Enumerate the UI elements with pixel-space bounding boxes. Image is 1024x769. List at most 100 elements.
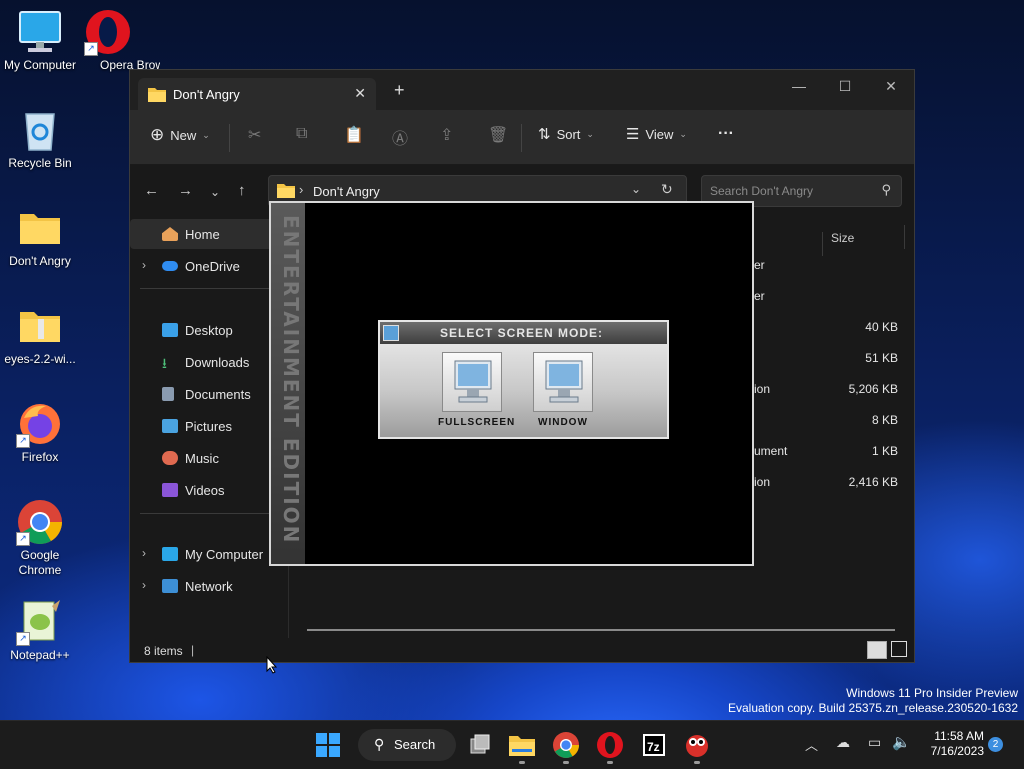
file-row-size[interactable]: 51 KB (850, 351, 898, 365)
task-view-icon[interactable] (463, 729, 495, 761)
large-icons-view-icon[interactable] (891, 641, 907, 657)
file-row-size[interactable]: 5,206 KB (830, 382, 898, 396)
file-explorer-icon[interactable] (506, 729, 538, 761)
horizontal-scrollbar[interactable] (307, 629, 895, 631)
sidebar-item-music[interactable]: Music (130, 443, 288, 473)
paste-icon[interactable]: 📋 (344, 125, 364, 145)
sidebar-divider (140, 288, 290, 289)
file-row-type[interactable]: ion (754, 475, 770, 489)
file-row-type[interactable]: ument (754, 444, 787, 458)
game-launcher-window[interactable]: ENTERTAINMENT EDITION SELECT SCREEN MODE… (269, 201, 754, 566)
file-row-size[interactable]: 1 KB (850, 444, 898, 458)
dont-angry-game-icon[interactable] (681, 729, 713, 761)
running-indicator (694, 761, 700, 764)
up-arrow-icon[interactable]: ↑ (238, 182, 246, 199)
new-button[interactable]: ⊕ New ⌄ (150, 125, 210, 145)
notification-badge[interactable]: 2 (988, 737, 1003, 752)
sidebar-item-documents[interactable]: Documents (130, 379, 288, 409)
shortcut-arrow-icon: ↗ (16, 632, 30, 646)
sidebar-item-label: Downloads (185, 355, 250, 370)
sidebar-item-label: Pictures (185, 419, 232, 434)
desktop-icon-notepadpp[interactable]: ↗ Notepad++ (0, 598, 80, 663)
volume-icon[interactable]: 🔈 (892, 733, 911, 751)
title-bar[interactable]: Don't Angry ✕ + — ☐ ✕ (130, 70, 914, 110)
side-banner: ENTERTAINMENT EDITION (271, 203, 305, 564)
cloud-offline-icon[interactable]: ☁ (836, 734, 850, 751)
file-row-size[interactable]: 40 KB (850, 320, 898, 334)
rename-icon[interactable]: Ⓐ (392, 125, 408, 149)
search-input[interactable]: Search Don't Angry (710, 184, 813, 198)
delete-icon[interactable]: 🗑 (488, 125, 508, 145)
sidebar-item-videos[interactable]: Videos (130, 475, 288, 505)
column-header-size[interactable]: Size (822, 232, 854, 256)
shortcut-arrow-icon: ↗ (16, 532, 30, 546)
desktop-icon-firefox[interactable]: ↗ Firefox (0, 400, 80, 465)
sidebar-item-downloads[interactable]: ⭳ Downloads (130, 347, 288, 377)
opera-icon[interactable] (594, 729, 626, 761)
view-icon: ☰ (626, 126, 640, 143)
chevron-down-icon[interactable]: ⌄ (631, 182, 641, 196)
network-icon[interactable]: ▭ (868, 734, 881, 751)
forward-arrow-icon[interactable]: → (178, 182, 193, 199)
desktop-icon-recycle-bin[interactable]: Recycle Bin (0, 106, 80, 171)
view-button[interactable]: ☰ View ⌄ (626, 125, 687, 143)
breadcrumb[interactable]: Don't Angry (313, 184, 380, 199)
copy-icon[interactable]: ⧉ (296, 125, 307, 143)
explorer-tab[interactable]: Don't Angry ✕ (138, 78, 376, 110)
file-row-type[interactable]: er (754, 289, 765, 303)
sidebar-item-pictures[interactable]: Pictures (130, 411, 288, 441)
desktop-icon-dont-angry[interactable]: Don't Angry (0, 204, 80, 269)
desktop-icon-label: Google Chrome (18, 548, 62, 577)
refresh-icon[interactable]: ↻ (661, 181, 673, 198)
sidebar-item-network[interactable]: › Network (130, 571, 288, 601)
plus-icon[interactable]: + (394, 81, 405, 99)
dialog-title: SELECT SCREEN MODE: (440, 326, 604, 340)
chevron-right-icon[interactable]: › (142, 578, 146, 592)
file-row-size[interactable]: 2,416 KB (830, 475, 898, 489)
recent-locations-chevron-icon[interactable]: ⌄ (210, 185, 220, 199)
chevron-up-icon[interactable]: ︿ (805, 735, 818, 754)
sidebar-item-my-computer[interactable]: › My Computer (130, 539, 288, 569)
maximize-icon[interactable]: ☐ (822, 78, 868, 95)
close-tab-icon[interactable]: ✕ (354, 85, 366, 102)
cut-icon[interactable]: ✂ (248, 125, 261, 145)
window-label: WINDOW (538, 417, 588, 428)
desktop-icon-eyes-zip[interactable]: eyes-2.2-wi... (0, 302, 80, 367)
chrome-icon[interactable] (550, 729, 582, 761)
sidebar-item-onedrive[interactable]: › OneDrive (130, 251, 288, 281)
back-arrow-icon[interactable]: ← (144, 182, 159, 199)
sidebar-item-home[interactable]: Home (130, 219, 288, 249)
watermark-line-2: Evaluation copy. Build 25375.zn_release.… (728, 701, 1018, 715)
details-view-icon[interactable] (867, 641, 887, 659)
download-arrow-icon: ⭳ (162, 355, 167, 371)
desktop-icon (162, 323, 178, 337)
desktop-icon-opera[interactable]: ↗ Opera Browser (78, 8, 160, 73)
taskbar-search-button[interactable]: ⚲ Search (358, 729, 456, 761)
mouse-cursor-icon (266, 655, 278, 679)
screen-mode-dialog: SELECT SCREEN MODE: FULLSCREEN WINDOW (378, 320, 669, 439)
ellipsis-icon[interactable]: ··· (718, 125, 734, 143)
onedrive-cloud-icon (162, 261, 178, 271)
start-windows-icon[interactable] (312, 729, 344, 761)
sidebar-item-desktop[interactable]: Desktop (130, 315, 288, 345)
seven-zip-icon[interactable]: 7z (638, 729, 670, 761)
opera-icon: ↗ (84, 8, 132, 56)
clock[interactable]: 11:58 AM 7/16/2023 (922, 729, 984, 759)
desktop-icon-my-computer[interactable]: My Computer (0, 8, 80, 73)
chevron-right-icon[interactable]: › (142, 258, 146, 272)
close-window-icon[interactable]: ✕ (868, 78, 914, 95)
chevron-right-icon[interactable]: › (142, 546, 146, 560)
sidebar-item-label: Desktop (185, 323, 233, 338)
monitor-icon (162, 547, 178, 561)
file-row-size[interactable]: 8 KB (850, 413, 898, 427)
sort-button[interactable]: ⇅ Sort ⌄ (538, 125, 594, 143)
share-icon[interactable]: ⇪ (440, 125, 453, 145)
column-divider[interactable] (904, 225, 905, 249)
minimize-icon[interactable]: — (776, 78, 822, 94)
file-row-type[interactable]: ion (754, 382, 770, 396)
window-button[interactable] (533, 352, 593, 412)
desktop-icon-chrome[interactable]: ↗ Google Chrome (0, 498, 80, 578)
fullscreen-button[interactable] (442, 352, 502, 412)
file-row-type[interactable]: er (754, 258, 765, 272)
chevron-down-icon: ⌄ (586, 128, 594, 139)
